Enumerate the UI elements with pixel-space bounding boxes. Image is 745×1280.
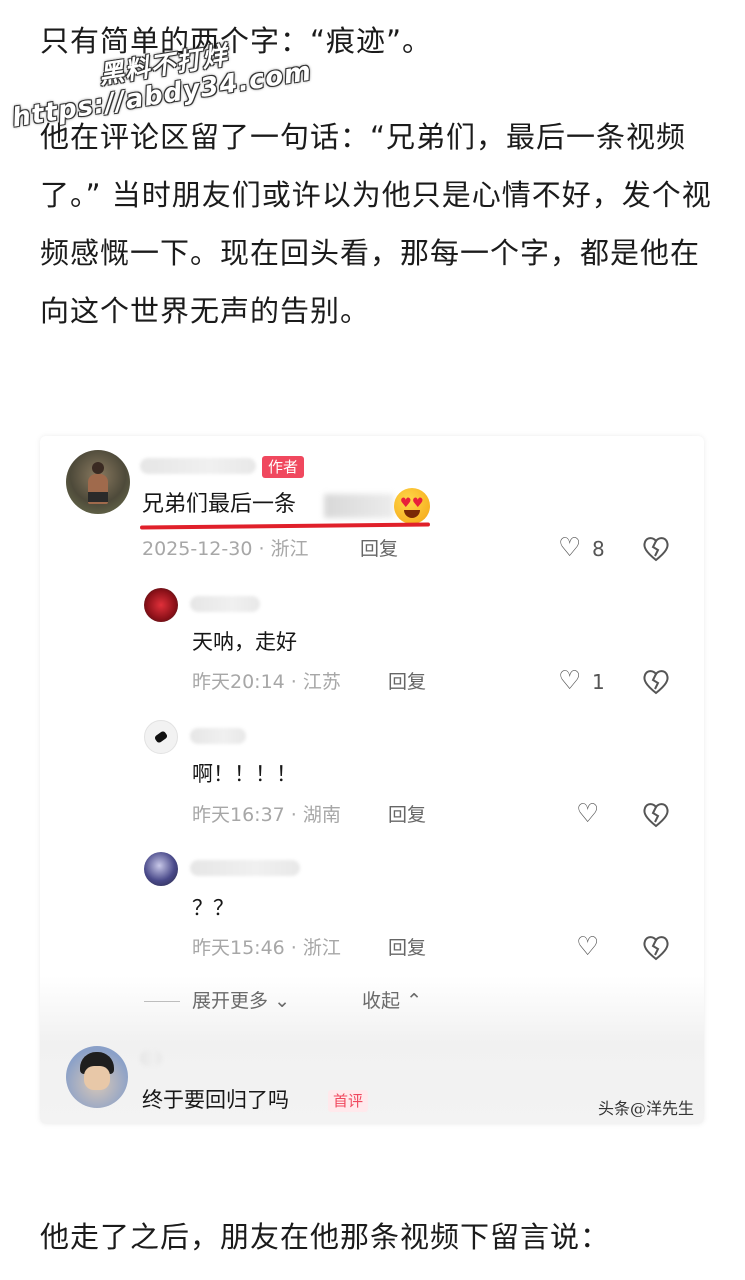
reply-meta: 昨天20:14 · 江苏 bbox=[192, 671, 341, 693]
broken-heart-icon[interactable] bbox=[642, 536, 670, 562]
heart-outline-icon[interactable]: ♡ bbox=[558, 535, 581, 561]
comment-meta: 2025-12-30 · 浙江 bbox=[142, 538, 309, 560]
like-count: 1 bbox=[592, 670, 605, 694]
chevron-down-icon: ⌄ bbox=[274, 990, 290, 1012]
reply-text: 天呐，走好 bbox=[192, 630, 297, 654]
reply-meta: 昨天16:37 · 湖南 bbox=[192, 804, 341, 826]
expand-divider bbox=[144, 1001, 180, 1002]
author-avatar[interactable] bbox=[66, 450, 130, 514]
article-paragraph-3: 他走了之后，朋友在他那条视频下留言说： bbox=[40, 1220, 611, 1254]
author-comment-text: 兄弟们最后一条 bbox=[142, 492, 297, 517]
reply-button[interactable]: 回复 bbox=[360, 536, 398, 562]
expand-label: 展开更多 bbox=[192, 990, 269, 1012]
heart-eyes-emoji-icon: ♥ ♥ bbox=[394, 488, 430, 524]
author-name-blurred bbox=[140, 458, 256, 474]
reply-avatar[interactable] bbox=[144, 852, 178, 886]
reply-avatar[interactable] bbox=[144, 588, 178, 622]
reply-text: 啊！！！！ bbox=[192, 762, 297, 786]
broken-heart-icon[interactable] bbox=[642, 669, 670, 695]
reply-button[interactable]: 回复 bbox=[388, 669, 426, 695]
source-watermark: 头条@洋先生 bbox=[597, 1099, 694, 1118]
reply-button[interactable]: 回复 bbox=[388, 935, 426, 961]
red-underline bbox=[139, 522, 431, 530]
commenter-avatar[interactable] bbox=[66, 1046, 128, 1108]
heart-outline-icon[interactable]: ♡ bbox=[576, 934, 599, 960]
broken-heart-icon[interactable] bbox=[642, 802, 670, 828]
expand-more-button[interactable]: 展开更多 ⌄ bbox=[192, 988, 290, 1014]
reply-name-blurred bbox=[190, 860, 300, 876]
like-count: 8 bbox=[592, 537, 605, 561]
reply-name-blurred bbox=[190, 596, 260, 612]
first-comment-badge: 首评 bbox=[328, 1090, 369, 1112]
article-paragraph-2: 他在评论区留了一句话：“兄弟们，最后一条视频了。” 当时朋友们或许以为他只是心情… bbox=[40, 120, 712, 328]
comment-screenshot: 作者 兄弟们最后一条 ♥ ♥ 2025-12-30 · 浙江 回复 ♡ 8 天呐… bbox=[40, 436, 704, 1124]
reply-meta: 昨天15:46 · 浙江 bbox=[192, 937, 341, 959]
comment-text: 终于要回归了吗 bbox=[142, 1088, 289, 1112]
reply-name-blurred bbox=[190, 728, 246, 744]
collapse-button[interactable]: 收起 ⌃ bbox=[362, 988, 422, 1014]
blurred-text-segment bbox=[324, 494, 394, 518]
reply-text: ？？ bbox=[192, 896, 234, 920]
reply-avatar[interactable] bbox=[144, 720, 178, 754]
author-badge: 作者 bbox=[262, 456, 305, 478]
reply-button[interactable]: 回复 bbox=[388, 802, 426, 828]
heart-outline-icon[interactable]: ♡ bbox=[558, 668, 581, 694]
commenter-name-blurred bbox=[140, 1050, 162, 1066]
chevron-up-icon: ⌃ bbox=[406, 990, 422, 1012]
heart-outline-icon[interactable]: ♡ bbox=[576, 801, 599, 827]
broken-heart-icon[interactable] bbox=[642, 935, 670, 961]
collapse-label: 收起 bbox=[362, 990, 401, 1012]
